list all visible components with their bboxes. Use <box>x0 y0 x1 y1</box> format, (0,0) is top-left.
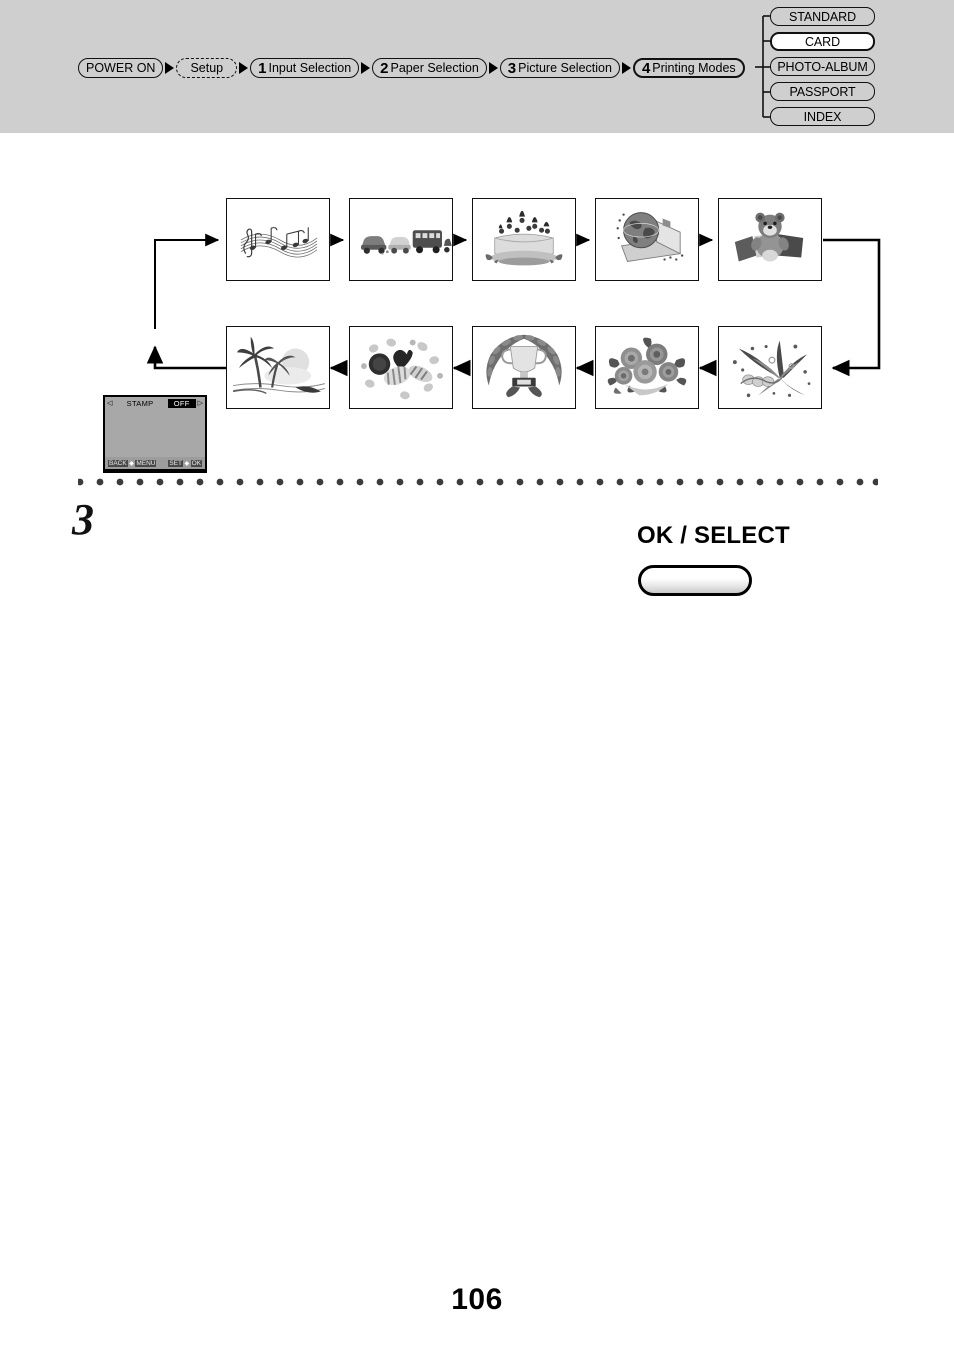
lcd-setting-row: ◁ STAMP OFF ▷ <box>105 397 205 409</box>
breadcrumb-label: Paper Selection <box>390 61 479 75</box>
vehicles-thumbnail[interactable] <box>349 198 453 281</box>
mode-item-label: PASSPORT <box>789 84 856 99</box>
breadcrumb-label: POWER ON <box>86 61 156 75</box>
breadcrumb-arrow-icon <box>163 62 176 74</box>
lcd-hint-back-key: MENU <box>135 459 157 467</box>
mode-item-standard[interactable]: STANDARD <box>770 7 875 26</box>
mode-item-label: INDEX <box>803 109 842 124</box>
lcd-setting-value[interactable]: OFF <box>167 398 196 408</box>
breadcrumb-step-input-selection[interactable]: 1 Input Selection <box>250 58 360 78</box>
lcd-setting-label: STAMP <box>126 398 154 408</box>
breadcrumb-arrow-icon <box>237 62 250 74</box>
printing-modes-list: STANDARD CARD PHOTO-ALBUM PASSPORT INDEX <box>770 7 880 132</box>
stamp-selection-flow-diagram: ◁ STAMP OFF ▷ BACK ◆ MENU SET ◆ OK <box>0 133 954 473</box>
breadcrumb-step-paper-selection[interactable]: 2 Paper Selection <box>372 58 487 78</box>
teddy-bear-thumbnail[interactable] <box>718 198 822 281</box>
breadcrumb: POWER ON Setup 1 Input Selection 2 Paper… <box>78 57 745 79</box>
travel-globe-thumbnail[interactable] <box>595 198 699 281</box>
mode-item-passport[interactable]: PASSPORT <box>770 82 875 101</box>
breadcrumb-arrow-icon <box>487 62 500 74</box>
page-number: 106 <box>451 1283 503 1316</box>
header-band: POWER ON Setup 1 Input Selection 2 Paper… <box>0 0 954 133</box>
candy-hearts-thumbnail[interactable] <box>349 326 453 409</box>
lcd-hint-set: SET ◆ OK <box>168 459 202 467</box>
printer-lcd-screen: ◁ STAMP OFF ▷ BACK ◆ MENU SET ◆ OK <box>103 395 207 473</box>
breadcrumb-arrow-icon <box>359 62 372 74</box>
step-number: 3 <box>72 495 94 544</box>
roses-bouquet-thumbnail[interactable] <box>595 326 699 409</box>
breadcrumb-step-number: 3 <box>507 59 517 77</box>
breadcrumb-label: Setup <box>190 61 224 75</box>
music-notes-thumbnail[interactable] <box>226 198 330 281</box>
lcd-hint-set-key: OK <box>190 459 202 467</box>
trophy-laurel-thumbnail[interactable] <box>472 326 576 409</box>
breadcrumb-arrow-icon <box>620 62 633 74</box>
breadcrumb-label: Input Selection <box>268 61 352 75</box>
breadcrumb-step-number: 1 <box>258 59 267 77</box>
beach-palms-thumbnail[interactable] <box>226 326 330 409</box>
section-divider-dotted-rule <box>78 478 878 486</box>
lcd-preview-area <box>105 409 205 457</box>
breadcrumb-step-number: 4 <box>641 59 651 77</box>
mode-item-photo-album[interactable]: PHOTO-ALBUM <box>770 57 875 76</box>
lcd-hint-set-action: SET <box>168 459 183 467</box>
lcd-hint-back: BACK ◆ MENU <box>108 459 157 467</box>
breadcrumb-label: Printing Modes <box>652 61 736 75</box>
lcd-hint-bar: BACK ◆ MENU SET ◆ OK <box>105 457 205 469</box>
fireworks-thumbnail[interactable] <box>718 326 822 409</box>
lcd-hint-back-action: BACK <box>108 459 128 467</box>
lcd-hint-diamond-icon: ◆ <box>184 460 190 467</box>
mode-item-label: STANDARD <box>788 9 857 24</box>
breadcrumb-step-power-on[interactable]: POWER ON <box>78 58 164 78</box>
mode-item-label: PHOTO-ALBUM <box>777 59 868 74</box>
breadcrumb-step-printing-modes[interactable]: 4 Printing Modes <box>632 58 745 78</box>
mode-item-card[interactable]: CARD <box>770 32 875 51</box>
breadcrumb-step-picture-selection[interactable]: 3 Picture Selection <box>499 58 620 78</box>
breadcrumb-step-setup[interactable]: Setup <box>176 58 238 78</box>
breadcrumb-label: Picture Selection <box>518 61 612 75</box>
lcd-hint-diamond-icon: ◆ <box>129 460 134 467</box>
mode-item-label: CARD <box>804 34 841 49</box>
mode-item-index[interactable]: INDEX <box>770 107 875 126</box>
ok-select-button[interactable] <box>638 565 752 596</box>
birthday-cake-thumbnail[interactable] <box>472 198 576 281</box>
ok-select-label: OK / SELECT <box>637 522 790 549</box>
lcd-right-caret-icon[interactable]: ▷ <box>198 399 203 407</box>
breadcrumb-step-number: 2 <box>380 59 389 77</box>
